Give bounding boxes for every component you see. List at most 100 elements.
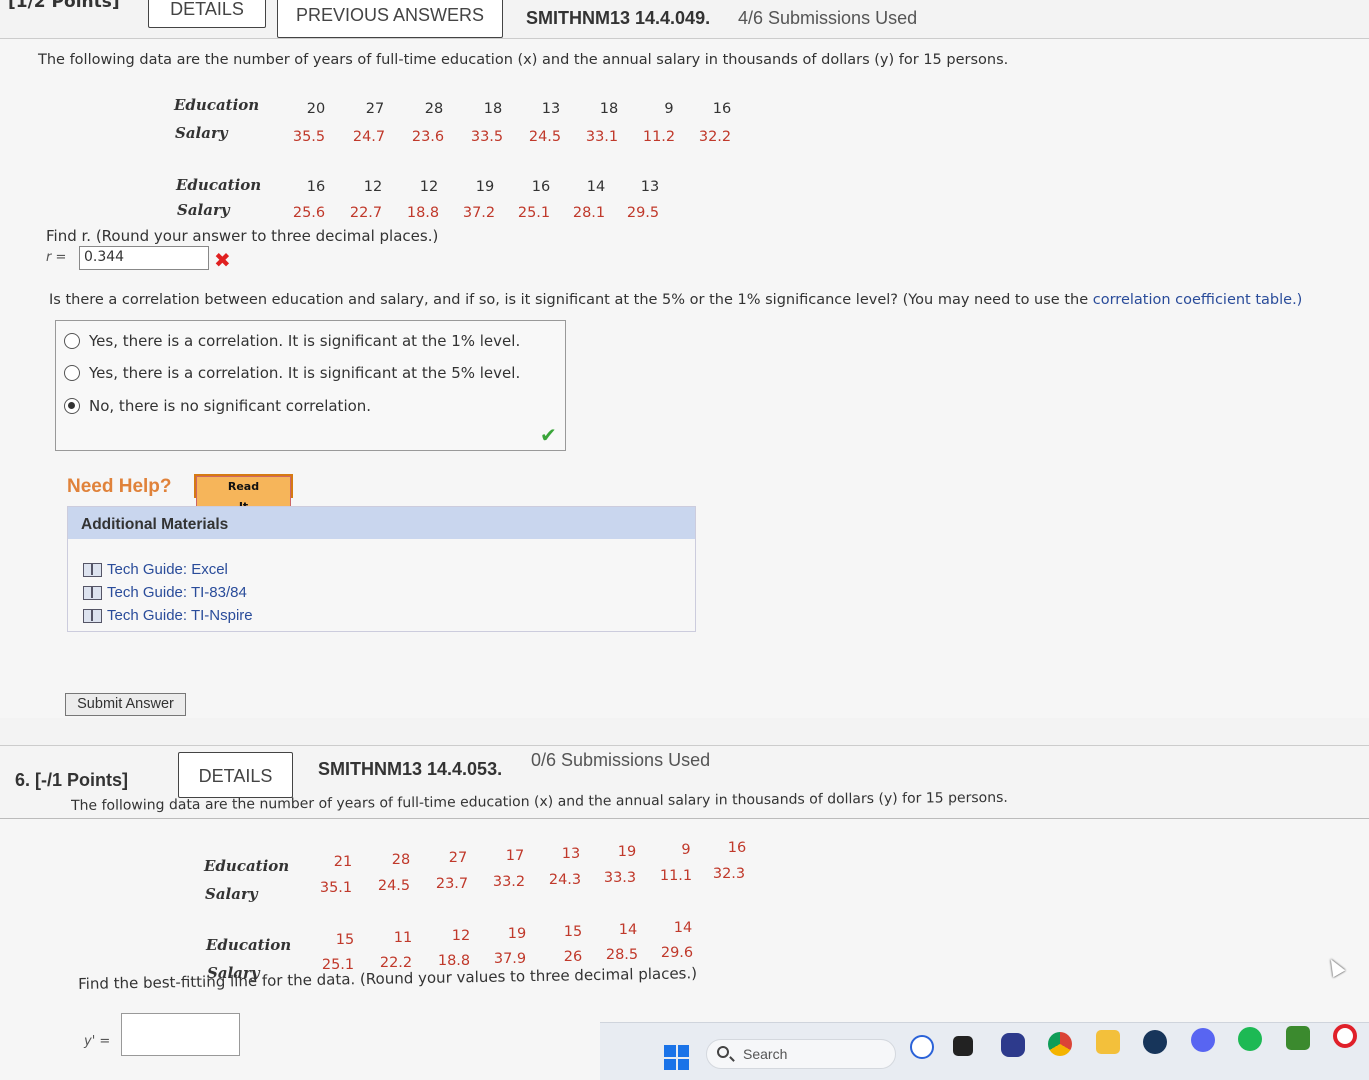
table-cell: 27: [365, 101, 385, 117]
tech-guide-excel-label: Tech Guide: Excel: [107, 561, 228, 578]
radio-1[interactable]: [64, 333, 80, 349]
table1-salary-label: Salary: [175, 124, 228, 142]
incorrect-icon: ✖: [214, 248, 231, 272]
choice-2[interactable]: Yes, there is a correlation. It is signi…: [64, 364, 520, 382]
table-cell: 29.5: [626, 205, 660, 221]
table-cell: 22.7: [349, 205, 383, 221]
additional-materials-panel: Additional Materials Tech Guide: Excel T…: [67, 506, 696, 632]
table-cell: 11: [393, 930, 413, 946]
submit-answer-button[interactable]: Submit Answer: [65, 693, 186, 716]
choice-3[interactable]: No, there is no significant correlation.: [64, 397, 371, 415]
tech-guide-excel-link[interactable]: Tech Guide: Excel: [83, 561, 228, 578]
book-icon: [83, 608, 102, 623]
windows-start-icon[interactable]: [664, 1045, 689, 1070]
book-icon: [83, 562, 102, 577]
table-cell: 32.2: [698, 129, 732, 145]
table2-education-label: Education: [176, 176, 262, 194]
table-cell: 23.7: [435, 876, 469, 892]
start-tile: [664, 1045, 676, 1057]
choice-1-label: Yes, there is a correlation. It is signi…: [89, 332, 521, 350]
steam-icon[interactable]: [1143, 1030, 1167, 1054]
table-cell: 26: [563, 949, 583, 965]
table-cell: 33.3: [603, 870, 637, 886]
tech-guide-ti83-label: Tech Guide: TI-83/84: [107, 584, 247, 601]
choice-1[interactable]: Yes, there is a correlation. It is signi…: [64, 332, 520, 350]
table-cell: 12: [363, 179, 383, 195]
table-cell: 16: [306, 179, 326, 195]
table-cell: 16: [531, 179, 551, 195]
task-view-icon[interactable]: [953, 1036, 973, 1056]
table-cell: 28: [424, 101, 444, 117]
y-prime-input[interactable]: [121, 1013, 240, 1056]
table-cell: 13: [561, 846, 581, 862]
table-cell: 18.8: [437, 953, 471, 969]
table-cell: 24.5: [528, 129, 562, 145]
table-cell: 18: [599, 101, 619, 117]
book-icon: [83, 585, 102, 600]
table-cell: 18.8: [406, 205, 440, 221]
table-cell: 24.3: [548, 872, 582, 888]
table1-education-label: Education: [174, 96, 260, 114]
read-it-button[interactable]: Read It: [194, 474, 293, 518]
table-cell: 19: [475, 179, 495, 195]
file-explorer-icon[interactable]: [1096, 1030, 1120, 1054]
choice-2-label: Yes, there is a correlation. It is signi…: [89, 364, 521, 382]
messenger-icon[interactable]: [1191, 1028, 1215, 1052]
significance-question-text: Is there a correlation between education…: [49, 292, 1093, 308]
radio-3-selected[interactable]: [64, 398, 80, 414]
table-cell: 15: [335, 932, 355, 948]
table-cell: 14: [673, 920, 693, 936]
table-cell: 25.1: [517, 205, 551, 221]
y-prime-label: y' =: [84, 1034, 111, 1049]
correct-check-icon: ✔: [540, 423, 557, 447]
table-cell: 33.5: [470, 129, 504, 145]
table-cell: 21: [333, 854, 353, 870]
minecraft-icon[interactable]: [1286, 1026, 1310, 1050]
find-r-prompt: Find r. (Round your answer to three deci…: [46, 227, 439, 245]
taskbar-search[interactable]: Search: [706, 1039, 896, 1069]
choice-3-label: No, there is no significant correlation.: [89, 397, 372, 415]
problem-intro: The following data are the number of yea…: [38, 52, 1009, 68]
details-button[interactable]: DETAILS: [148, 0, 266, 28]
table-cell: 32.3: [712, 866, 746, 882]
table-cell: 9: [664, 101, 674, 117]
problem6-details-button[interactable]: DETAILS: [178, 752, 293, 798]
table-cell: 37.9: [493, 951, 527, 967]
problem6-submissions-used: 0/6 Submissions Used: [531, 750, 711, 770]
discord-icon[interactable]: [1001, 1033, 1025, 1057]
table-cell: 37.2: [462, 205, 496, 221]
table-cell: 24.5: [377, 878, 411, 894]
table-cell: 35.5: [292, 129, 326, 145]
start-tile: [677, 1058, 689, 1070]
radio-2[interactable]: [64, 365, 80, 381]
table-cell: 25.6: [292, 205, 326, 221]
table-cell: 12: [451, 928, 471, 944]
table-cell: 14: [618, 922, 638, 938]
problem5-points: [1/2 Points]: [8, 0, 120, 12]
additional-materials-heading: Additional Materials: [68, 507, 695, 539]
table-cell: 13: [541, 101, 561, 117]
answer-choices: Yes, there is a correlation. It is signi…: [55, 320, 566, 451]
problem6-title: 6. [-/1 Points]: [15, 770, 129, 790]
previous-answers-button[interactable]: PREVIOUS ANSWERS: [277, 0, 503, 38]
correlation-table-link[interactable]: correlation coefficient table.): [1093, 292, 1303, 308]
table-cell: 33.1: [585, 129, 619, 145]
r-answer-input[interactable]: 0.344: [79, 246, 209, 270]
table-cell: 28.5: [605, 947, 639, 963]
table-cell: 12: [419, 179, 439, 195]
p6-table2-education-label: Education: [206, 936, 292, 954]
table-cell: 28.1: [572, 205, 606, 221]
table-cell: 27: [448, 850, 468, 866]
table-cell: 19: [507, 926, 527, 942]
spotify-icon[interactable]: [1238, 1027, 1262, 1051]
tech-guide-tinspire-link[interactable]: Tech Guide: TI-Nspire: [83, 607, 253, 624]
submissions-used: 4/6 Submissions Used: [738, 8, 918, 28]
table-cell: 17: [505, 848, 525, 864]
tech-guide-tinspire-label: Tech Guide: TI-Nspire: [107, 607, 253, 624]
bing-icon[interactable]: [910, 1035, 934, 1059]
opera-icon[interactable]: [1333, 1024, 1357, 1048]
chrome-icon[interactable]: [1048, 1032, 1072, 1056]
table-cell: 16: [712, 101, 732, 117]
search-icon: [717, 1046, 729, 1058]
tech-guide-ti83-link[interactable]: Tech Guide: TI-83/84: [83, 584, 247, 601]
